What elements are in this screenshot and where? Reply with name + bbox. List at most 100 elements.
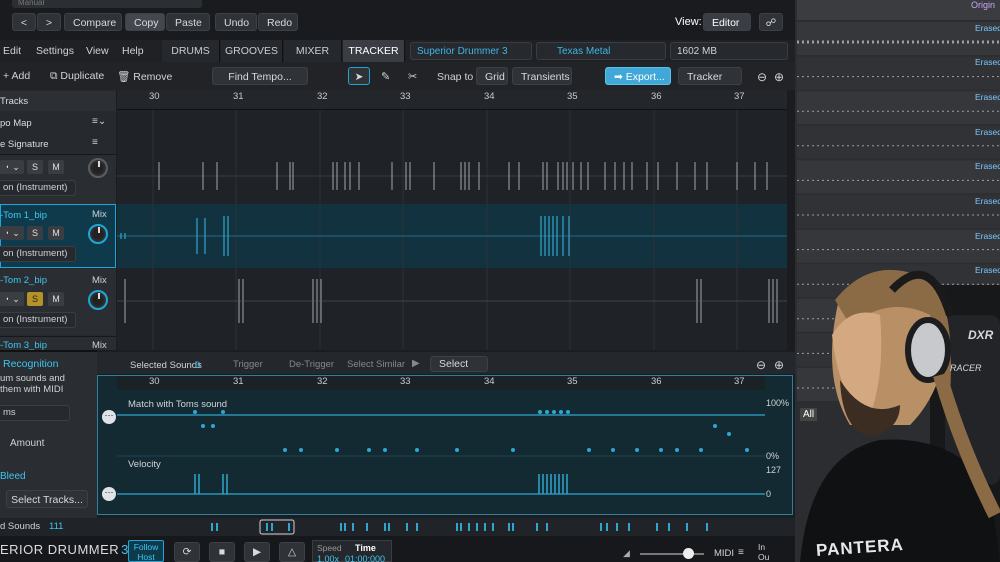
play-button[interactable]: ▶ (244, 542, 270, 562)
signature-menu-icon[interactable]: ≡ (92, 137, 98, 148)
tab-tracker[interactable]: TRACKER (343, 40, 405, 62)
collapse-icon[interactable]: ⌄ (8, 292, 24, 306)
instrument-select[interactable]: on (Instrument) (0, 180, 76, 196)
tom1-volume-knob[interactable] (88, 224, 108, 244)
select-dropdown[interactable]: Select (430, 356, 488, 372)
split-tool-icon[interactable]: ✂ (408, 70, 417, 83)
match-point[interactable] (367, 448, 371, 452)
tom2-solo-button[interactable]: S (27, 292, 43, 306)
find-tempo-button[interactable]: Find Tempo... (212, 67, 308, 85)
metronome-button[interactable]: △ (279, 542, 305, 562)
nav-back-button[interactable]: < (12, 13, 36, 31)
mute-button[interactable]: M (48, 160, 64, 174)
tab-drums[interactable]: DRUMS (162, 40, 220, 62)
compare-button[interactable]: Compare (64, 13, 122, 31)
ruler-label: 33 (400, 91, 411, 102)
match-point[interactable] (455, 448, 459, 452)
select-tracks-button[interactable]: Select Tracks... (6, 490, 88, 508)
match-point[interactable] (699, 448, 703, 452)
export-button[interactable]: ➡ Export... (605, 67, 671, 85)
select-similar-button[interactable]: Select Similar (347, 359, 405, 370)
match-point[interactable] (415, 448, 419, 452)
daw-erased-label: Erased (975, 231, 1000, 241)
tom1-instrument-select[interactable]: on (Instrument) (0, 246, 76, 262)
trigger-button[interactable]: Trigger (233, 359, 263, 370)
match-point[interactable] (552, 410, 556, 414)
tracker-select[interactable]: Tracker (678, 67, 742, 85)
de-trigger-button[interactable]: De-Trigger (289, 359, 334, 370)
volume-knob[interactable] (88, 158, 108, 178)
follow-host-button[interactable]: Follow Host (128, 540, 164, 562)
tom2-volume-knob[interactable] (88, 290, 108, 310)
match-point[interactable] (211, 424, 215, 428)
match-point[interactable] (538, 410, 542, 414)
match-point[interactable] (299, 448, 303, 452)
match-point[interactable] (727, 432, 731, 436)
ruler-label: 34 (484, 91, 495, 102)
paste-button[interactable]: Paste (166, 13, 210, 31)
menu-view[interactable]: View (86, 45, 109, 57)
copy-button[interactable]: Copy (125, 13, 165, 31)
match-point[interactable] (745, 448, 749, 452)
grid-button[interactable]: Grid (476, 67, 508, 85)
transients-button[interactable]: Transients (512, 67, 572, 85)
match-point[interactable] (713, 424, 717, 428)
menu-help[interactable]: Help (122, 45, 144, 57)
match-point[interactable] (675, 448, 679, 452)
undo-button[interactable]: Undo (215, 13, 257, 31)
play-sample-icon[interactable]: ▶ (412, 358, 420, 369)
pointer-tool-icon[interactable]: ➤ (348, 67, 370, 85)
match-point[interactable] (566, 410, 570, 414)
midi-menu-icon[interactable]: ≡ (738, 547, 744, 558)
master-volume-slider[interactable] (640, 553, 704, 555)
tom2-instrument-select[interactable]: on (Instrument) (0, 312, 76, 328)
loop-button[interactable]: ⟳ (174, 542, 200, 562)
match-point[interactable] (611, 448, 615, 452)
tom1-solo-button[interactable]: S (27, 226, 43, 240)
match-point[interactable] (201, 424, 205, 428)
match-point[interactable] (221, 410, 225, 414)
duplicate-button[interactable]: ⧉ Duplicate (50, 70, 104, 83)
match-point[interactable] (335, 448, 339, 452)
match-point[interactable] (587, 448, 591, 452)
zoom-out-icon[interactable]: ⊖ (757, 70, 767, 84)
match-point[interactable] (383, 448, 387, 452)
link-icon[interactable]: ☍ (759, 13, 783, 31)
tom1-mute-button[interactable]: M (48, 226, 64, 240)
collapse-icon[interactable]: ⌄ (8, 160, 24, 174)
library-select[interactable]: Texas Metal (536, 42, 666, 60)
tom2-mute-button[interactable]: M (48, 292, 64, 306)
match-point[interactable] (193, 410, 197, 414)
overview-strip[interactable] (117, 519, 765, 535)
tab-grooves[interactable]: GROOVES (221, 40, 283, 62)
preset-field[interactable]: Manual (12, 0, 202, 8)
match-point[interactable] (559, 410, 563, 414)
master-volume-handle[interactable] (683, 548, 694, 559)
zoom-out-icon[interactable]: ⊖ (756, 358, 766, 372)
product-select[interactable]: Superior Drummer 3 (410, 42, 532, 60)
tempo-map-menu-icon[interactable]: ≡⌄ (92, 116, 106, 127)
redo-button[interactable]: Redo (258, 13, 298, 31)
match-point[interactable] (545, 410, 549, 414)
tab-mixer[interactable]: MIXER (284, 40, 342, 62)
solo-button[interactable]: S (27, 160, 43, 174)
zoom-in-icon[interactable]: ⊕ (774, 70, 784, 84)
match-menu-icon[interactable]: ⋯ (102, 410, 116, 424)
match-point[interactable] (283, 448, 287, 452)
nav-forward-button[interactable]: > (37, 13, 61, 31)
ruler-label: 35 (567, 91, 578, 102)
stop-button[interactable]: ■ (209, 542, 235, 562)
menu-edit[interactable]: Edit (3, 45, 21, 57)
draw-tool-icon[interactable]: ✎ (381, 70, 390, 83)
recognition-select[interactable]: ms (0, 405, 70, 421)
match-velocity-graph (117, 410, 765, 495)
view-select[interactable]: Editor (703, 13, 751, 31)
remove-button[interactable]: 🗑 Remove (117, 70, 172, 83)
menu-settings[interactable]: Settings (36, 45, 74, 57)
match-point[interactable] (511, 448, 515, 452)
add-button[interactable]: + Add (3, 70, 30, 82)
match-point[interactable] (659, 448, 663, 452)
velocity-menu-icon[interactable]: ⋯ (102, 487, 116, 501)
match-point[interactable] (635, 448, 639, 452)
collapse-icon[interactable]: ⌄ (8, 226, 24, 240)
